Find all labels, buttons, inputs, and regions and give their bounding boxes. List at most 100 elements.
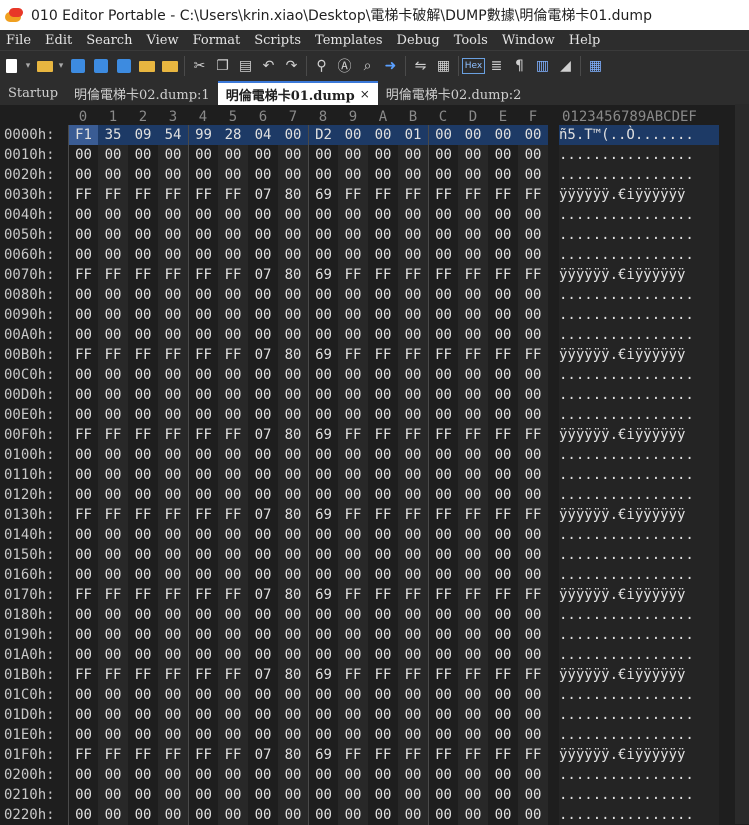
hex-byte[interactable]: FF (188, 345, 218, 365)
hex-byte[interactable]: 00 (458, 365, 488, 385)
hex-byte[interactable]: 00 (308, 605, 338, 625)
hex-byte[interactable]: FF (68, 265, 98, 285)
hex-byte[interactable]: 00 (518, 205, 548, 225)
hex-byte[interactable]: 00 (278, 645, 308, 665)
hex-byte[interactable]: 00 (428, 305, 458, 325)
hex-byte[interactable]: FF (398, 345, 428, 365)
hex-byte[interactable]: 00 (158, 785, 188, 805)
hex-byte[interactable]: 00 (458, 605, 488, 625)
hex-byte[interactable]: 00 (278, 705, 308, 725)
hex-byte[interactable]: 00 (128, 465, 158, 485)
hex-byte[interactable]: 69 (308, 265, 338, 285)
hex-byte[interactable]: 69 (308, 345, 338, 365)
hex-byte[interactable]: 00 (338, 445, 368, 465)
hex-byte[interactable]: 00 (398, 565, 428, 585)
hex-byte[interactable]: 00 (68, 785, 98, 805)
hex-byte[interactable]: 80 (278, 425, 308, 445)
hex-byte[interactable]: 00 (98, 305, 128, 325)
hex-byte[interactable]: 00 (488, 765, 518, 785)
ascii-text[interactable]: ÿÿÿÿÿÿ.€iÿÿÿÿÿÿ (559, 665, 719, 685)
tab-card02-view1[interactable]: 明倫電梯卡02.dump:1 (66, 81, 218, 105)
hex-byte[interactable]: 80 (278, 185, 308, 205)
hex-byte[interactable]: FF (158, 505, 188, 525)
hex-byte[interactable]: 00 (188, 325, 218, 345)
menu-view[interactable]: View (139, 33, 185, 48)
hex-row[interactable]: 0220h: 00 00 00 00 00 00 00 00 00 00 00 00 00 00 00 00..… (0, 805, 749, 825)
hex-row[interactable]: 0070h: FF FF FF FF FF FF 07 80 69 FF FF FF FF FF FF FF ÿÿ… (0, 265, 749, 285)
hex-byte[interactable]: 00 (368, 285, 398, 305)
hex-byte[interactable]: FF (158, 265, 188, 285)
hex-byte[interactable]: 00 (128, 545, 158, 565)
ascii-text[interactable]: ................ (559, 285, 719, 305)
hex-byte[interactable]: 00 (368, 385, 398, 405)
hex-row[interactable]: 01F0h: FF FF FF FF FF FF 07 80 69 FF FF FF FF FF FF FF ÿÿ… (0, 745, 749, 765)
hex-byte[interactable]: 00 (158, 165, 188, 185)
hex-row[interactable]: 0030h: FF FF FF FF FF FF 07 80 69 FF FF FF FF FF FF FF ÿÿ… (0, 185, 749, 205)
hex-byte[interactable]: 00 (68, 605, 98, 625)
ascii-text[interactable]: ................ (559, 625, 719, 645)
hex-byte[interactable]: 00 (308, 305, 338, 325)
hex-byte[interactable]: 00 (128, 205, 158, 225)
hex-editor-grid[interactable]: 0000h: F1 35 09 54 99 28 04 00 D2 00 00 01 00 00 00 00 ñ5… (0, 125, 749, 825)
hex-byte[interactable]: 00 (458, 565, 488, 585)
hex-byte[interactable]: 80 (278, 265, 308, 285)
hex-byte[interactable]: 00 (278, 285, 308, 305)
hex-byte[interactable]: FF (428, 185, 458, 205)
hex-byte[interactable]: 00 (188, 685, 218, 705)
hex-byte[interactable]: FF (458, 185, 488, 205)
hex-byte[interactable]: 00 (458, 725, 488, 745)
hex-byte[interactable]: 00 (458, 765, 488, 785)
hex-byte[interactable]: 00 (398, 225, 428, 245)
hex-byte[interactable]: FF (218, 265, 248, 285)
hex-byte[interactable]: 00 (338, 545, 368, 565)
hex-byte[interactable]: 00 (248, 405, 278, 425)
hex-byte[interactable]: 00 (278, 305, 308, 325)
hex-byte[interactable]: 00 (68, 645, 98, 665)
hex-byte[interactable]: 00 (278, 445, 308, 465)
hex-byte[interactable]: FF (428, 745, 458, 765)
hex-byte[interactable]: 00 (68, 565, 98, 585)
hex-byte[interactable]: 00 (518, 525, 548, 545)
hex-byte[interactable]: 00 (218, 165, 248, 185)
hex-byte[interactable]: 00 (128, 405, 158, 425)
hex-byte[interactable]: 00 (428, 545, 458, 565)
hex-byte[interactable]: 00 (248, 465, 278, 485)
hex-byte[interactable]: 00 (428, 245, 458, 265)
hex-byte[interactable]: 00 (218, 645, 248, 665)
hex-byte[interactable]: 00 (308, 685, 338, 705)
hex-row[interactable]: 00B0h: FF FF FF FF FF FF 07 80 69 FF FF FF FF FF FF FF ÿÿ… (0, 345, 749, 365)
menu-help[interactable]: Help (562, 33, 608, 48)
hex-byte[interactable]: 00 (158, 245, 188, 265)
hex-byte[interactable]: 00 (518, 125, 548, 145)
hex-byte[interactable]: 00 (308, 165, 338, 185)
hex-byte[interactable]: 00 (368, 545, 398, 565)
menu-format[interactable]: Format (186, 33, 248, 48)
hex-byte[interactable]: FF (428, 585, 458, 605)
hex-byte[interactable]: FF (488, 665, 518, 685)
hex-byte[interactable]: 00 (128, 645, 158, 665)
hex-byte[interactable]: 00 (188, 365, 218, 385)
hex-byte[interactable]: 00 (98, 245, 128, 265)
hex-byte[interactable]: 00 (278, 725, 308, 745)
calculator-icon[interactable]: ▦ (584, 54, 607, 78)
hex-byte[interactable]: 00 (338, 765, 368, 785)
hex-byte[interactable]: 00 (338, 725, 368, 745)
hex-byte[interactable]: FF (368, 185, 398, 205)
hex-byte[interactable]: FF (458, 505, 488, 525)
hex-byte[interactable]: 00 (98, 205, 128, 225)
hex-byte[interactable]: 00 (368, 405, 398, 425)
hex-byte[interactable]: 00 (368, 225, 398, 245)
hex-byte[interactable]: FF (338, 425, 368, 445)
hex-byte[interactable]: 00 (518, 225, 548, 245)
hex-byte[interactable]: 00 (488, 785, 518, 805)
paste-icon[interactable]: ▤ (234, 54, 257, 78)
hex-byte[interactable]: 00 (308, 205, 338, 225)
hex-byte[interactable]: FF (428, 505, 458, 525)
hex-byte[interactable]: 00 (428, 405, 458, 425)
hex-byte[interactable]: 00 (368, 205, 398, 225)
hex-byte[interactable]: FF (68, 505, 98, 525)
hex-byte[interactable]: 00 (458, 245, 488, 265)
hex-row[interactable]: 0020h: 00 00 00 00 00 00 00 00 00 00 00 00 00 00 00 00..… (0, 165, 749, 185)
hex-byte[interactable]: 00 (218, 685, 248, 705)
save-all-icon[interactable] (112, 54, 135, 78)
